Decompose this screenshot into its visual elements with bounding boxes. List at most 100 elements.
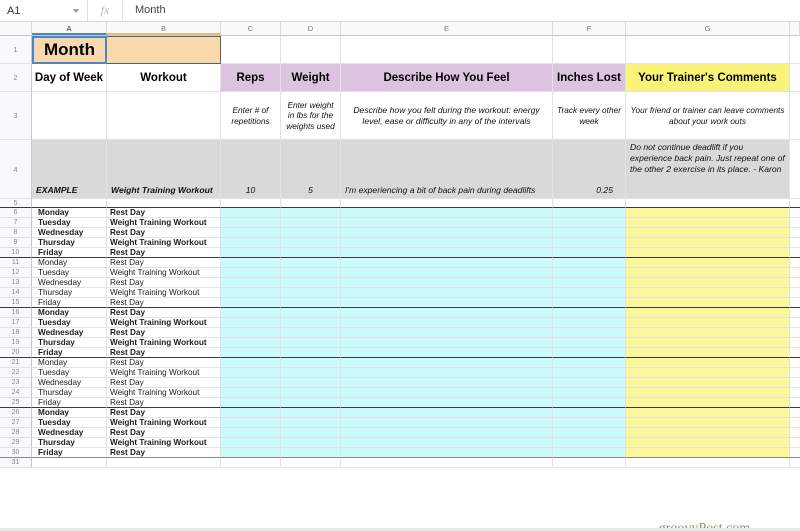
cell-workout[interactable]: Rest Day xyxy=(107,348,221,358)
row-header-30[interactable]: 30 xyxy=(0,448,32,458)
function-icon[interactable]: fx xyxy=(88,0,123,21)
cell-trainer-comments-entry[interactable] xyxy=(626,218,790,228)
cell-inches-lost-entry[interactable] xyxy=(553,408,626,418)
row-header-5[interactable]: 5 xyxy=(0,199,32,208)
cell-inches-lost-entry[interactable] xyxy=(553,208,626,218)
cell-weight-entry[interactable] xyxy=(281,348,341,358)
cell-feel-entry[interactable] xyxy=(341,208,553,218)
cell-overflow[interactable] xyxy=(790,208,800,218)
column-header-c[interactable]: C xyxy=(221,22,281,35)
cell-weight-entry[interactable] xyxy=(281,218,341,228)
cell-workout[interactable]: Rest Day xyxy=(107,248,221,258)
header-describe-how-you-feel[interactable]: Describe How You Feel xyxy=(341,64,553,92)
header-inches-lost[interactable]: Inches Lost xyxy=(553,64,626,92)
column-header-h[interactable] xyxy=(790,22,800,35)
cell-weight-entry[interactable] xyxy=(281,388,341,398)
cell-feel-entry[interactable] xyxy=(341,398,553,408)
cell-inches-lost-entry[interactable] xyxy=(553,438,626,448)
cell-day-of-week[interactable]: Thursday xyxy=(32,238,107,248)
cell-trainer-comments-entry[interactable] xyxy=(626,428,790,438)
cell-weight-entry[interactable] xyxy=(281,438,341,448)
cell-h2[interactable] xyxy=(790,64,800,92)
cell-reps-entry[interactable] xyxy=(221,248,281,258)
cell-reps-entry[interactable] xyxy=(221,328,281,338)
cell-a5[interactable] xyxy=(32,199,107,208)
cell-inches-lost-entry[interactable] xyxy=(553,238,626,248)
cell-reps-entry[interactable] xyxy=(221,348,281,358)
cell-h4[interactable] xyxy=(790,140,800,199)
cell-workout[interactable]: Weight Training Workout xyxy=(107,238,221,248)
cell-a31[interactable] xyxy=(32,458,107,468)
instruction-describe-how-you-feel[interactable]: Describe how you felt during the workout… xyxy=(341,92,553,140)
cell-overflow[interactable] xyxy=(790,408,800,418)
cell-trainer-comments-entry[interactable] xyxy=(626,448,790,458)
cell-feel-entry[interactable] xyxy=(341,218,553,228)
cell-overflow[interactable] xyxy=(790,308,800,318)
cell-weight-entry[interactable] xyxy=(281,228,341,238)
cell-inches-lost-entry[interactable] xyxy=(553,358,626,368)
row-header-29[interactable]: 29 xyxy=(0,438,32,448)
row-header-10[interactable]: 10 xyxy=(0,248,32,258)
cell-overflow[interactable] xyxy=(790,358,800,368)
cell-workout[interactable]: Rest Day xyxy=(107,258,221,268)
cell-reps-entry[interactable] xyxy=(221,298,281,308)
cell-workout[interactable]: Weight Training Workout xyxy=(107,368,221,378)
example-trainer-comments[interactable]: Do not continue deadlift if you experien… xyxy=(626,140,790,199)
cell-overflow[interactable] xyxy=(790,448,800,458)
example-describe-how-you-feel[interactable]: I'm experiencing a bit of back pain duri… xyxy=(341,140,553,199)
cell-reps-entry[interactable] xyxy=(221,288,281,298)
cell-inches-lost-entry[interactable] xyxy=(553,448,626,458)
cell-reps-entry[interactable] xyxy=(221,378,281,388)
cell-feel-entry[interactable] xyxy=(341,368,553,378)
cell-inches-lost-entry[interactable] xyxy=(553,278,626,288)
cell-h3[interactable] xyxy=(790,92,800,140)
cell-inches-lost-entry[interactable] xyxy=(553,228,626,238)
row-header-9[interactable]: 9 xyxy=(0,238,32,248)
cell-overflow[interactable] xyxy=(790,398,800,408)
header-trainer-comments[interactable]: Your Trainer's Comments xyxy=(626,64,790,92)
cell-workout[interactable]: Rest Day xyxy=(107,398,221,408)
cell-inches-lost-entry[interactable] xyxy=(553,258,626,268)
cell-trainer-comments-entry[interactable] xyxy=(626,418,790,428)
chevron-down-icon[interactable] xyxy=(73,8,79,13)
row-header-21[interactable]: 21 xyxy=(0,358,32,368)
row-header-4[interactable]: 4 xyxy=(0,140,32,199)
cell-workout[interactable]: Weight Training Workout xyxy=(107,268,221,278)
column-header-g[interactable]: G xyxy=(626,22,790,35)
cell-trainer-comments-entry[interactable] xyxy=(626,368,790,378)
cell-weight-entry[interactable] xyxy=(281,238,341,248)
cell-f5[interactable] xyxy=(553,199,626,208)
cell-weight-entry[interactable] xyxy=(281,398,341,408)
select-all-corner[interactable] xyxy=(0,22,32,35)
cell-day-of-week[interactable]: Friday xyxy=(32,248,107,258)
cell-weight-entry[interactable] xyxy=(281,298,341,308)
cell-h5[interactable] xyxy=(790,199,800,208)
cell-day-of-week[interactable]: Thursday xyxy=(32,338,107,348)
cell-workout[interactable]: Rest Day xyxy=(107,428,221,438)
cell-weight-entry[interactable] xyxy=(281,288,341,298)
cell-inches-lost-entry[interactable] xyxy=(553,328,626,338)
cell-trainer-comments-entry[interactable] xyxy=(626,248,790,258)
cell-weight-entry[interactable] xyxy=(281,278,341,288)
cell-f1[interactable] xyxy=(553,36,626,64)
cell-trainer-comments-entry[interactable] xyxy=(626,388,790,398)
cell-overflow[interactable] xyxy=(790,318,800,328)
cell-inches-lost-entry[interactable] xyxy=(553,248,626,258)
cell-reps-entry[interactable] xyxy=(221,368,281,378)
cell-trainer-comments-entry[interactable] xyxy=(626,378,790,388)
cell-workout[interactable]: Rest Day xyxy=(107,278,221,288)
cell-day-of-week[interactable]: Tuesday xyxy=(32,268,107,278)
cell-reps-entry[interactable] xyxy=(221,258,281,268)
cell-c31[interactable] xyxy=(221,458,281,468)
cell-workout[interactable]: Rest Day xyxy=(107,228,221,238)
row-header-28[interactable]: 28 xyxy=(0,428,32,438)
cell-a1-month[interactable]: Month xyxy=(32,36,107,64)
cell-trainer-comments-entry[interactable] xyxy=(626,298,790,308)
cell-workout[interactable]: Weight Training Workout xyxy=(107,388,221,398)
cell-trainer-comments-entry[interactable] xyxy=(626,328,790,338)
cell-day-of-week[interactable]: Tuesday xyxy=(32,218,107,228)
row-header-20[interactable]: 20 xyxy=(0,348,32,358)
row-header-14[interactable]: 14 xyxy=(0,288,32,298)
row-header-6[interactable]: 6 xyxy=(0,208,32,218)
cell-workout[interactable]: Rest Day xyxy=(107,408,221,418)
